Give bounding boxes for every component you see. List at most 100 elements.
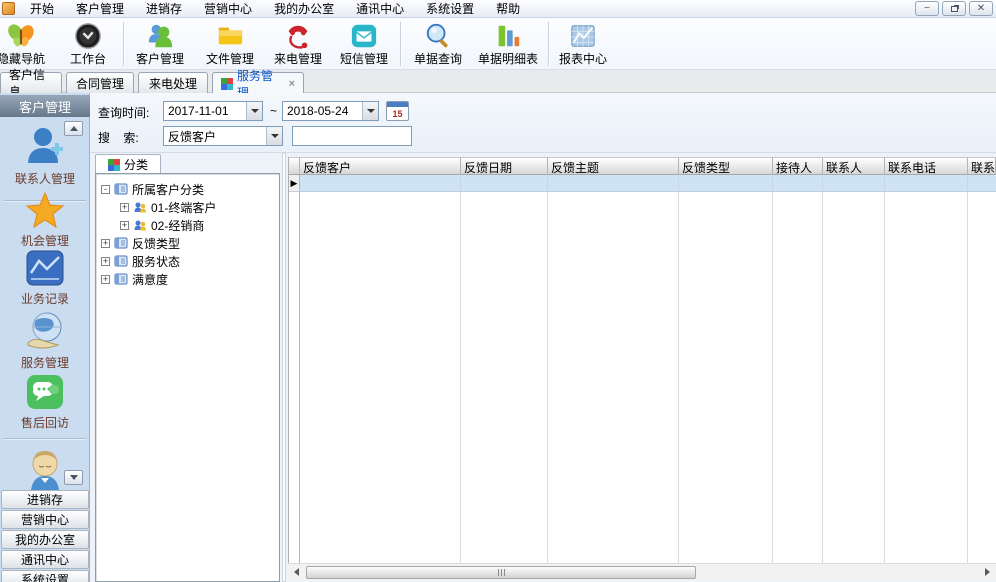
workbench-button[interactable]: 工作台 xyxy=(60,20,116,68)
notebook-icon xyxy=(114,183,128,195)
minimize-button[interactable]: − xyxy=(915,1,939,16)
tree-item-feedback-type[interactable]: + 反馈类型 xyxy=(96,234,279,252)
tab-contract-mgmt[interactable]: 合同管理 xyxy=(66,72,134,93)
tree-item-satisfaction[interactable]: + 满意度 xyxy=(96,270,279,288)
sidebar-divider xyxy=(4,438,86,439)
expand-icon[interactable]: + xyxy=(101,239,110,248)
column-header-contact-truncated[interactable]: 联系 xyxy=(968,157,996,175)
folder-icon xyxy=(215,22,245,50)
column-header-receptionist[interactable]: 接待人 xyxy=(773,157,823,175)
tab-service-mgmt[interactable]: 服务管理 × xyxy=(212,72,304,94)
column-header-feedback-date[interactable]: 反馈日期 xyxy=(461,157,548,175)
column-header-feedback-type[interactable]: 反馈类型 xyxy=(679,157,773,175)
scroll-left-button[interactable] xyxy=(288,564,305,581)
main-toolbar: 隐藏导航 工作台 客户管理 文件管理 来电管理 xyxy=(0,18,996,70)
magnifier-icon xyxy=(423,22,453,50)
menu-customer[interactable]: 客户管理 xyxy=(65,0,135,19)
restore-button[interactable] xyxy=(942,1,966,16)
menu-help[interactable]: 帮助 xyxy=(485,0,531,19)
phone-icon xyxy=(283,22,313,50)
range-separator: ~ xyxy=(270,104,277,118)
column-header-contact-phone[interactable]: 联系电话 xyxy=(885,157,968,175)
sidebar-group-office[interactable]: 我的办公室 xyxy=(1,530,89,549)
dropdown-arrow-icon[interactable] xyxy=(266,127,282,145)
dropdown-arrow-icon[interactable] xyxy=(246,102,262,120)
expand-icon[interactable]: + xyxy=(101,257,110,266)
tree-item-customer-category[interactable]: - 所属客户分类 xyxy=(96,180,279,198)
menu-communication[interactable]: 通讯中心 xyxy=(345,0,415,19)
customers-icon xyxy=(145,22,175,50)
toolbar-separator xyxy=(400,22,401,66)
arrow-right-icon xyxy=(985,568,990,576)
panel-splitter[interactable] xyxy=(282,153,286,582)
tree-item-terminal-customers[interactable]: + 01-终端客户 xyxy=(96,198,279,216)
tree-item-service-status[interactable]: + 服务状态 xyxy=(96,252,279,270)
sidebar-item-contacts[interactable]: 联系人管理 xyxy=(0,123,90,187)
column-header-feedback-customer[interactable]: 反馈客户 xyxy=(300,157,461,175)
column-header-contact[interactable]: 联系人 xyxy=(823,157,885,175)
app-icon xyxy=(2,2,15,15)
tab-customer-info[interactable]: 客户信息 xyxy=(0,72,62,93)
table-header-row: 反馈客户 反馈日期 反馈主题 反馈类型 接待人 联系人 联系电话 联系 xyxy=(289,157,996,175)
sms-mgmt-button[interactable]: 短信管理 xyxy=(332,20,396,68)
arrow-left-icon xyxy=(294,568,299,576)
expand-icon[interactable]: + xyxy=(120,203,129,212)
close-button[interactable]: ✕ xyxy=(969,1,993,16)
feedback-table: 反馈客户 反馈日期 反馈主题 反馈类型 接待人 联系人 联系电话 联系 ▶ xyxy=(288,157,996,563)
dropdown-arrow-icon[interactable] xyxy=(362,102,378,120)
horizontal-scrollbar[interactable] xyxy=(288,563,996,580)
search-type-select[interactable]: 反馈客户 xyxy=(163,126,283,146)
report-center-button[interactable]: 报表中心 xyxy=(552,20,614,68)
restore-icon xyxy=(951,6,958,12)
doc-detail-button[interactable]: 单据明细表 xyxy=(472,20,544,68)
expand-icon[interactable]: + xyxy=(120,221,129,230)
expand-icon[interactable]: + xyxy=(101,275,110,284)
notebook-icon xyxy=(114,237,128,249)
sidebar-item-service-mgmt[interactable]: 服务管理 xyxy=(0,311,90,371)
collapse-icon[interactable]: - xyxy=(101,185,110,194)
menu-start[interactable]: 开始 xyxy=(19,0,65,19)
sidebar-group-customer[interactable]: 客户管理 xyxy=(0,95,90,117)
row-marker-icon: ▶ xyxy=(289,175,300,191)
notebook-icon xyxy=(114,255,128,267)
customer-mgmt-button[interactable]: 客户管理 xyxy=(128,20,192,68)
hide-nav-button[interactable]: 隐藏导航 xyxy=(0,20,54,68)
globe-hand-icon xyxy=(24,311,66,351)
call-mgmt-button[interactable]: 来电管理 xyxy=(266,20,330,68)
tree-item-distributors[interactable]: + 02-经销商 xyxy=(96,216,279,234)
date-to-select[interactable]: 2018-05-24 xyxy=(282,101,379,121)
sidebar-group-settings[interactable]: 系统设置 xyxy=(1,570,89,582)
sidebar-item-opportunities[interactable]: 机会管理 xyxy=(0,191,90,249)
calendar-button[interactable]: 15 xyxy=(386,101,409,121)
bar-chart-icon xyxy=(493,22,523,50)
search-input[interactable] xyxy=(292,126,412,146)
report-chart-icon xyxy=(568,22,598,50)
sidebar-group-inventory[interactable]: 进销存 xyxy=(1,490,89,509)
sidebar-item-after-sales[interactable]: 售后回访 xyxy=(0,373,90,431)
sidebar-item-business-records[interactable]: 业务记录 xyxy=(0,249,90,307)
doc-query-button[interactable]: 单据查询 xyxy=(406,20,470,68)
sidebar-scroll-down-button[interactable] xyxy=(64,470,83,485)
menu-office[interactable]: 我的办公室 xyxy=(263,0,345,19)
butterfly-icon xyxy=(6,22,36,50)
window-controls: − ✕ xyxy=(915,1,993,16)
navigation-sidebar: 客户管理 联系人管理 机会管理 业务记录 服务管理 xyxy=(0,93,90,582)
tab-close-icon[interactable]: × xyxy=(289,78,295,90)
sidebar-group-marketing[interactable]: 营销中心 xyxy=(1,510,89,529)
scrollbar-thumb[interactable] xyxy=(306,566,696,579)
tree-tab-category[interactable]: 分类 xyxy=(95,154,161,174)
menu-marketing[interactable]: 营销中心 xyxy=(193,0,263,19)
selected-empty-row[interactable]: ▶ xyxy=(289,175,996,192)
column-header-feedback-subject[interactable]: 反馈主题 xyxy=(548,157,679,175)
table-body-empty xyxy=(289,192,996,563)
clock-icon xyxy=(73,22,103,50)
date-from-select[interactable]: 2017-11-01 xyxy=(163,101,263,121)
tab-call-handling[interactable]: 来电处理 xyxy=(138,72,208,93)
scroll-right-button[interactable] xyxy=(979,564,996,581)
toolbar-separator xyxy=(123,22,124,66)
sidebar-group-communication[interactable]: 通讯中心 xyxy=(1,550,89,569)
menu-settings[interactable]: 系统设置 xyxy=(415,0,485,19)
menu-inventory[interactable]: 进销存 xyxy=(135,0,193,19)
file-mgmt-button[interactable]: 文件管理 xyxy=(198,20,262,68)
sms-envelope-icon xyxy=(349,22,379,50)
